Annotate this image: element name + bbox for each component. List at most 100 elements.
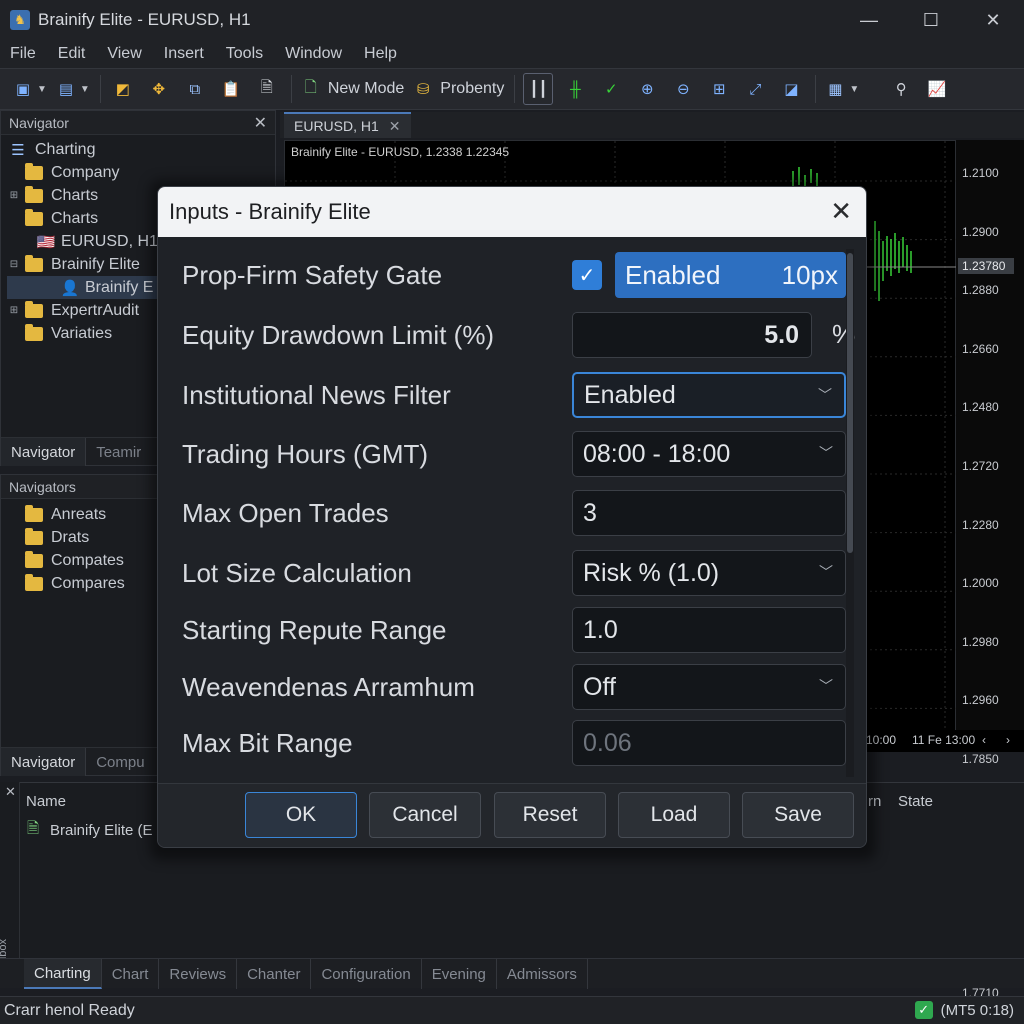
table-row[interactable]: 🗎 Brainify Elite (E xyxy=(22,819,153,841)
dialog-title-bar: Inputs - Brainify Elite ✕ xyxy=(158,187,866,237)
trading-hours-select[interactable]: 08:00 - 18:00 ﹀ xyxy=(572,431,846,477)
cancel-button[interactable]: Cancel xyxy=(369,792,481,838)
new-chart-button[interactable]: ▣ ▼ xyxy=(12,73,47,105)
load-button[interactable]: Load xyxy=(618,792,730,838)
input-row: Max Bit Range 0.06 xyxy=(182,719,846,767)
input-row: Equity Drawdown Limit (%) 5.0 % xyxy=(182,311,855,359)
collapse-icon[interactable]: ⊟ xyxy=(7,259,21,270)
expand-icon[interactable]: ⊞ xyxy=(7,190,21,201)
data-window-button[interactable]: ✥ xyxy=(145,73,173,105)
property-button[interactable]: ⛁ Probenty xyxy=(412,73,504,105)
scroll-left-icon[interactable]: ‹ xyxy=(982,733,986,747)
row-label: Trading Hours (GMT) xyxy=(182,438,429,469)
input-row: Weavendenas Arramhum Off ﹀ xyxy=(182,663,846,711)
price-tick-label: 1.2660 xyxy=(962,341,999,356)
dialog-scrollbar[interactable] xyxy=(846,249,854,777)
zoom-out-icon: ⊖ xyxy=(677,81,690,98)
menu-insert[interactable]: Insert xyxy=(164,45,204,63)
tab-navigator-2[interactable]: Navigator xyxy=(1,748,87,776)
new-mode-button[interactable]: 🗋 New Mode xyxy=(300,73,405,105)
input-row: Starting Repute Range 1.0 xyxy=(182,606,846,654)
drawdown-limit-input[interactable]: 5.0 xyxy=(572,312,812,358)
bar-chart-button[interactable]: ┃┃ xyxy=(523,73,554,105)
menu-file[interactable]: File xyxy=(10,45,36,63)
tab-charting[interactable]: Charting xyxy=(24,959,102,989)
templates-button[interactable]: ▦ ▼ xyxy=(824,73,859,105)
close-icon[interactable]: ✕ xyxy=(830,197,852,225)
close-icon[interactable]: ✕ xyxy=(254,113,267,133)
starting-range-input[interactable]: 1.0 xyxy=(572,607,846,653)
template-icon: ▦ xyxy=(828,81,843,98)
candlestick-button[interactable]: ╫ xyxy=(561,73,589,105)
tab-reviews[interactable]: Reviews xyxy=(159,959,238,989)
weavendenas-select[interactable]: Off ﹀ xyxy=(572,664,846,710)
tab-chanter[interactable]: Chanter xyxy=(237,959,312,989)
tab-admissors[interactable]: Admissors xyxy=(497,959,588,989)
chart-shift-button[interactable]: ◪ xyxy=(777,73,805,105)
ok-button[interactable]: OK xyxy=(245,792,357,838)
select-value: Risk % (1.0) xyxy=(583,558,720,587)
expert-advisor-icon: 🗎 xyxy=(26,819,40,837)
terminal-button[interactable]: 📋 xyxy=(217,73,245,105)
status-text: Crarr henol Ready xyxy=(4,1001,135,1019)
signals-button[interactable]: 📈 xyxy=(923,73,951,105)
line-chart-button[interactable]: ✓ xyxy=(597,73,625,105)
tab-configuration[interactable]: Configuration xyxy=(311,959,422,989)
profiles-button[interactable]: ▤ ▼ xyxy=(55,73,90,105)
menu-view[interactable]: View xyxy=(107,45,141,63)
menu-edit[interactable]: Edit xyxy=(58,45,86,63)
tile-button[interactable]: ⊞ xyxy=(705,73,733,105)
tab-navigator[interactable]: Navigator xyxy=(1,438,87,466)
navigator-header: Navigator ✕ xyxy=(1,111,275,135)
close-window-icon[interactable]: ✕ xyxy=(962,0,1024,40)
tree-item-charting[interactable]: ☰ Charting xyxy=(7,138,275,161)
max-open-trades-input[interactable]: 3 xyxy=(572,490,846,536)
minimize-icon[interactable]: — xyxy=(838,0,900,40)
folder-icon xyxy=(25,550,43,568)
input-value: 3 xyxy=(583,498,597,527)
close-tab-icon[interactable]: ✕ xyxy=(389,118,401,135)
max-bit-range-input[interactable]: 0.06 xyxy=(572,720,846,766)
tester-button[interactable]: 🗎 xyxy=(253,73,281,105)
toolbar-divider xyxy=(514,75,516,103)
scroll-right-icon[interactable]: › xyxy=(1006,733,1010,747)
menu-help[interactable]: Help xyxy=(364,45,397,63)
connection-label: (MT5 0:18) xyxy=(940,1001,1014,1019)
tab-team[interactable]: Teamir xyxy=(86,438,151,466)
menu-window[interactable]: Window xyxy=(285,45,342,63)
tab-evening[interactable]: Evening xyxy=(422,959,497,989)
zoom-out-button[interactable]: ⊖ xyxy=(669,73,697,105)
tab-eurusd-h1[interactable]: EURUSD, H1 ✕ xyxy=(284,112,411,138)
folder-icon xyxy=(25,254,43,272)
market-watch-button[interactable]: ◩ xyxy=(109,73,137,105)
autoscroll-button[interactable]: ⤢ xyxy=(741,73,769,105)
price-tick-label: 1.2960 xyxy=(962,693,999,708)
pill-text: Enabled xyxy=(625,259,721,290)
row-label: Max Open Trades xyxy=(182,497,389,528)
news-filter-select[interactable]: Enabled ﹀ xyxy=(572,372,846,418)
close-icon[interactable]: ✕ xyxy=(5,784,16,800)
menu-bar: File Edit View Insert Tools Window Help xyxy=(0,40,1024,68)
status-bar: Crarr henol Ready ✓ (MT5 0:18) xyxy=(0,996,1024,1024)
zoom-in-button[interactable]: ⊕ xyxy=(633,73,661,105)
maximize-icon[interactable]: ☐ xyxy=(900,0,962,40)
bar-chart-icon: ┃┃ xyxy=(529,81,548,98)
input-value: 1.0 xyxy=(583,615,618,644)
expand-icon[interactable]: ⊞ xyxy=(7,305,21,316)
scroll-thumb[interactable] xyxy=(847,253,853,553)
lot-size-select[interactable]: Risk % (1.0) ﹀ xyxy=(572,550,846,596)
navigator-button[interactable]: ⧉ xyxy=(181,73,209,105)
reset-button[interactable]: Reset xyxy=(494,792,606,838)
row-label: Weavendenas Arramhum xyxy=(182,671,475,702)
connection-status[interactable]: ✓ (MT5 0:18) xyxy=(914,1001,1014,1019)
save-button[interactable]: Save xyxy=(742,792,854,838)
chevron-down-icon: ﹀ xyxy=(819,445,833,461)
menu-tools[interactable]: Tools xyxy=(226,45,263,63)
search-button[interactable]: ⚲ xyxy=(887,73,915,105)
tab-compu[interactable]: Compu xyxy=(86,748,154,776)
safety-gate-value[interactable]: Enabled 10px xyxy=(615,252,846,298)
safety-gate-checkbox[interactable]: ✓ xyxy=(572,260,602,290)
price-tick-label: 1.2900 xyxy=(962,224,999,239)
navigator-title: Navigator xyxy=(9,114,69,131)
tab-chart[interactable]: Chart xyxy=(102,959,160,989)
